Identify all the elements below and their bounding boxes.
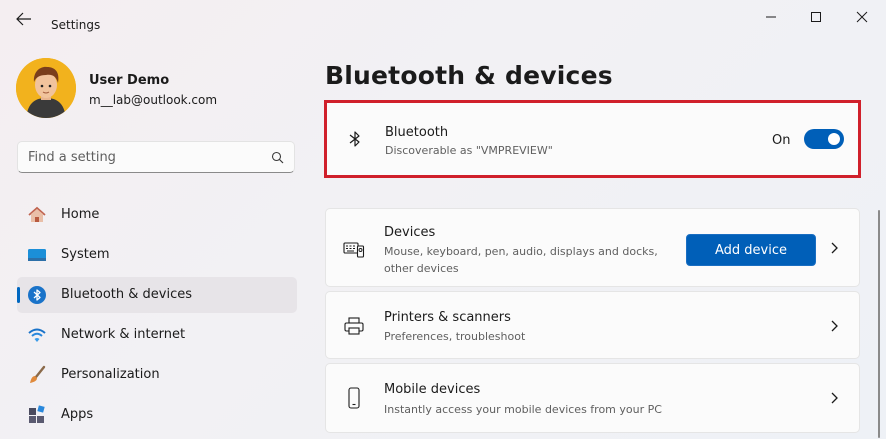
nav-label: System: [61, 247, 110, 262]
nav-item-bluetooth-devices[interactable]: Bluetooth & devices: [17, 277, 297, 313]
nav-label: Home: [61, 207, 100, 222]
chevron-right-icon: [831, 242, 838, 254]
avatar: [16, 58, 76, 118]
mobile-devices-subtitle: Instantly access your mobile devices fro…: [384, 403, 662, 416]
nav-label: Bluetooth & devices: [61, 287, 192, 302]
minimize-icon: [766, 16, 776, 18]
close-icon: [856, 11, 868, 23]
user-name: User Demo: [89, 73, 170, 88]
printer-icon: [344, 317, 364, 335]
back-arrow-icon: [16, 12, 31, 26]
system-icon: [28, 249, 46, 261]
mobile-devices-card[interactable]: Mobile devices Instantly access your mob…: [325, 363, 860, 433]
user-email: m__lab@outlook.com: [89, 93, 218, 107]
chevron-right-icon: [831, 320, 838, 332]
apps-icon: [29, 405, 45, 423]
bluetooth-card: Bluetooth Discoverable as "VMPREVIEW" On: [327, 103, 858, 175]
avatar-icon: [16, 58, 76, 118]
bluetooth-toggle[interactable]: [804, 129, 844, 149]
scrollbar[interactable]: [878, 210, 880, 438]
minimize-button[interactable]: [754, 4, 788, 30]
nav-item-system[interactable]: System: [17, 237, 297, 273]
selection-indicator: [17, 287, 20, 303]
search-placeholder: Find a setting: [28, 150, 116, 165]
brush-icon: [30, 365, 46, 383]
phone-icon: [348, 387, 360, 409]
chevron-right-icon: [831, 392, 838, 404]
wifi-icon: [28, 328, 46, 342]
page-title: Bluetooth & devices: [325, 61, 613, 90]
bluetooth-title: Bluetooth: [385, 125, 449, 140]
printers-title: Printers & scanners: [384, 310, 511, 325]
toggle-state-label: On: [772, 133, 791, 148]
printers-card[interactable]: Printers & scanners Preferences, trouble…: [325, 291, 860, 359]
back-button[interactable]: [12, 9, 36, 29]
close-button[interactable]: [845, 4, 879, 30]
title-bar: Settings: [0, 0, 886, 38]
nav-item-personalization[interactable]: Personalization: [17, 357, 297, 393]
home-icon: [28, 206, 46, 222]
window-title: Settings: [51, 18, 101, 32]
bluetooth-icon: [349, 131, 360, 147]
nav-label: Apps: [61, 407, 94, 422]
search-input[interactable]: Find a setting: [17, 141, 295, 173]
add-device-button[interactable]: Add device: [686, 234, 816, 266]
devices-subtitle: Mouse, keyboard, pen, audio, displays an…: [384, 245, 658, 275]
nav-item-network-internet[interactable]: Network & internet: [17, 317, 297, 353]
nav-label: Personalization: [61, 367, 160, 382]
nav-item-apps[interactable]: Apps: [17, 397, 297, 433]
bluetooth-subtitle: Discoverable as "VMPREVIEW": [385, 144, 553, 157]
bluetooth-icon: [28, 286, 46, 304]
search-icon: [271, 151, 284, 164]
devices-card[interactable]: Devices Mouse, keyboard, pen, audio, dis…: [325, 208, 860, 287]
nav-label: Network & internet: [61, 327, 186, 342]
maximize-icon: [811, 12, 821, 22]
printers-subtitle: Preferences, troubleshoot: [384, 330, 526, 343]
maximize-button[interactable]: [799, 4, 833, 30]
devices-icon: [343, 242, 365, 258]
nav-item-home[interactable]: Home: [17, 197, 297, 233]
user-profile[interactable]: User Demo m__lab@outlook.com: [16, 58, 296, 118]
mobile-devices-title: Mobile devices: [384, 382, 481, 397]
toggle-knob: [828, 133, 840, 145]
devices-title: Devices: [384, 225, 436, 240]
